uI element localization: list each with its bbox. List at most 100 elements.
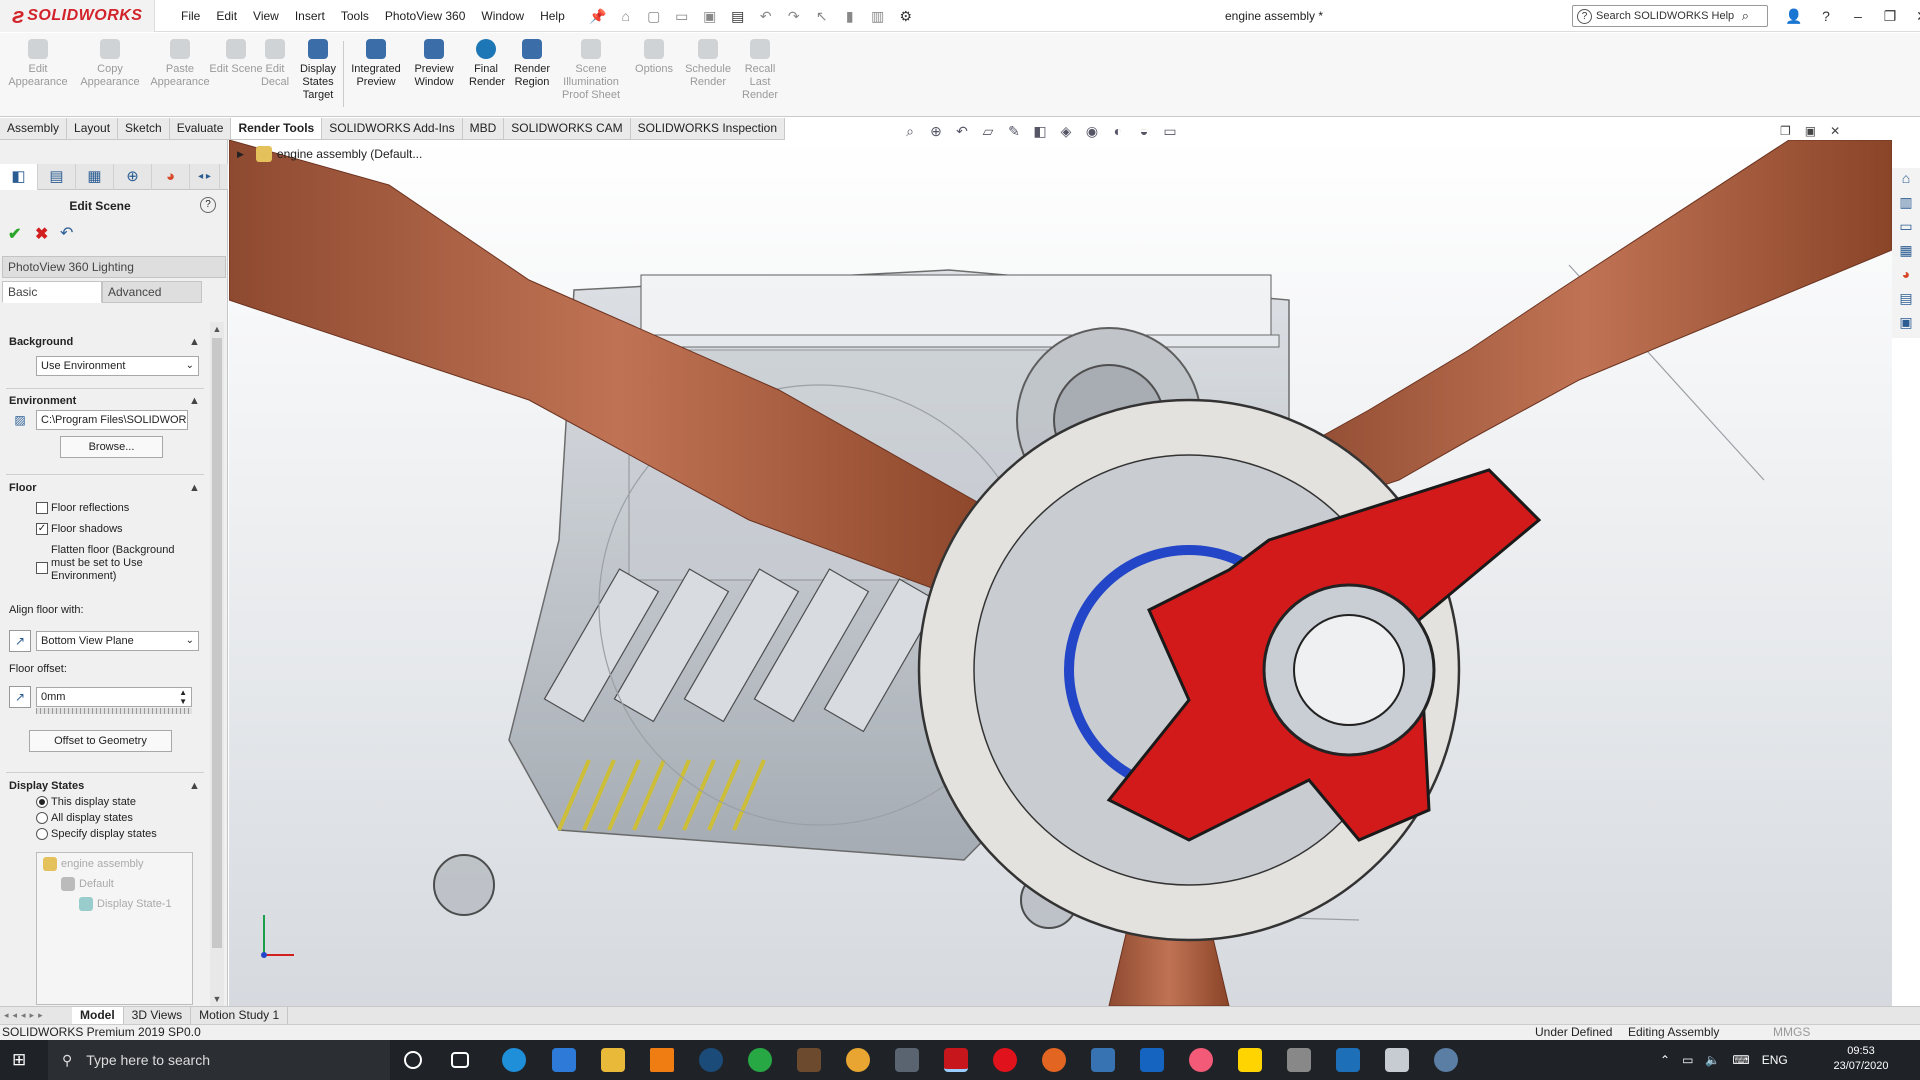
viewport-tile-icon[interactable]: ▣ [1805, 124, 1816, 138]
file-explorer-icon[interactable]: ▭ [1896, 216, 1916, 236]
checkbox-unchecked[interactable] [36, 562, 48, 574]
menu-photoview[interactable]: PhotoView 360 [377, 0, 474, 32]
pin-icon[interactable]: 📌 [587, 6, 609, 26]
sticky-notes-icon[interactable] [1238, 1048, 1262, 1072]
network-app-icon[interactable] [1385, 1048, 1409, 1072]
volume-icon[interactable]: 🔈 [1705, 1053, 1720, 1067]
background-section-header[interactable]: Background ▲ [9, 336, 209, 348]
edit-appearance-button[interactable]: Edit Appearance [8, 39, 68, 89]
feature-manager-tab-icon[interactable]: ◧ [0, 164, 38, 190]
hide-show-items-icon[interactable]: ◉ [1082, 122, 1102, 140]
viewport-close-icon[interactable]: ✕ [1830, 124, 1840, 138]
language-indicator[interactable]: ENG [1762, 1053, 1788, 1067]
photos-icon[interactable] [1336, 1048, 1360, 1072]
chrome-icon[interactable] [846, 1048, 870, 1072]
dimxpert-tab-icon[interactable]: ⊕ [114, 164, 152, 190]
checkbox-checked-icon[interactable]: ✓ [36, 523, 48, 535]
spinner-icon[interactable]: ▲ ▼ [179, 688, 187, 706]
task-view-icon[interactable] [451, 1052, 469, 1068]
floor-reflections-checkbox[interactable]: Floor reflections [36, 502, 129, 515]
undo-icon[interactable]: ↶ [755, 6, 777, 26]
appearances-icon[interactable]: ◕ [1896, 264, 1916, 284]
browse-button[interactable]: Browse... [60, 436, 163, 458]
menu-tools[interactable]: Tools [333, 0, 377, 32]
paste-appearance-button[interactable]: Paste Appearance [150, 39, 210, 89]
open-folder-icon[interactable]: ▭ [671, 6, 693, 26]
configuration-manager-tab-icon[interactable]: ▦ [76, 164, 114, 190]
collapse-chevron-icon[interactable]: ▲ [189, 336, 200, 348]
steam-icon[interactable] [699, 1048, 723, 1072]
tab-basic[interactable]: Basic [2, 281, 102, 303]
zoom-to-area-icon[interactable]: ⊕ [926, 122, 946, 140]
tray-chevron-icon[interactable]: ⌃ [1660, 1053, 1670, 1067]
tab-layout[interactable]: Layout [67, 118, 119, 139]
tab-model[interactable]: Model [72, 1007, 124, 1024]
render-region-button[interactable]: Render Region [502, 39, 562, 89]
user-icon[interactable]: 👤 [1780, 8, 1808, 25]
radio-unselected[interactable] [36, 828, 48, 840]
opera-icon[interactable] [993, 1048, 1017, 1072]
assembly-root-label[interactable]: engine assembly (Default... [277, 147, 422, 161]
view-settings-icon[interactable]: ▭ [1160, 122, 1180, 140]
xbox-icon[interactable] [748, 1048, 772, 1072]
panel-scrollbar[interactable]: ▲ ▼ [210, 322, 224, 1006]
display-states-target-button[interactable]: Display States Target [288, 39, 348, 102]
zoom-to-fit-icon[interactable]: ⌕ [900, 122, 920, 140]
menu-view[interactable]: View [245, 0, 287, 32]
network-icon[interactable]: ▭ [1682, 1053, 1693, 1067]
floor-section-header[interactable]: Floor ▲ [9, 482, 209, 494]
close-icon[interactable]: ✕ [1908, 8, 1920, 25]
scroll-thumb[interactable] [212, 338, 222, 948]
new-document-icon[interactable]: ▢ [643, 6, 665, 26]
edit-appearance-hud-icon[interactable]: ◐ [1108, 122, 1128, 140]
preview-window-button[interactable]: Preview Window [404, 39, 464, 89]
scroll-up-icon[interactable]: ▲ [210, 324, 224, 334]
align-floor-dropdown[interactable]: Bottom View Plane ⌄ [36, 631, 199, 651]
blender-icon[interactable] [1042, 1048, 1066, 1072]
copy-appearance-button[interactable]: Copy Appearance [80, 39, 140, 89]
tool-app-icon[interactable] [1434, 1048, 1458, 1072]
background-dropdown[interactable]: Use Environment ⌄ [36, 356, 199, 376]
search-icon[interactable]: ⌕ [1742, 8, 1749, 24]
itunes-icon[interactable] [1189, 1048, 1213, 1072]
save-icon[interactable]: ▣ [699, 6, 721, 26]
help-search-box[interactable]: ? Search SOLIDWORKS Help ⌕ [1572, 5, 1768, 27]
flatten-floor-checkbox[interactable]: Flatten floor (Background must be set to… [36, 544, 186, 583]
menu-file[interactable]: File [173, 0, 208, 32]
display-states-section-header[interactable]: Display States ▲ [9, 780, 209, 792]
property-manager-tab-icon[interactable]: ▤ [38, 164, 76, 190]
tab-cam[interactable]: SOLIDWORKS CAM [504, 118, 631, 139]
taskbar-clock[interactable]: 09:53 23/07/2020 [1820, 1044, 1902, 1074]
radio-unselected[interactable] [36, 812, 48, 824]
display-style-icon[interactable]: ◈ [1056, 122, 1076, 140]
help-icon[interactable]: ? [200, 197, 216, 213]
ok-checkmark-icon[interactable]: ✔ [8, 224, 21, 244]
editor-app-icon[interactable] [1140, 1048, 1164, 1072]
options-gear-icon[interactable]: ⚙ [895, 6, 917, 26]
engine-model-render[interactable] [229, 140, 1892, 1006]
tab-mbd[interactable]: MBD [463, 118, 505, 139]
cortana-icon[interactable] [404, 1051, 422, 1069]
cancel-x-icon[interactable]: ✖ [35, 224, 48, 244]
integrated-preview-button[interactable]: Integrated Preview [346, 39, 406, 89]
tab-motion-study[interactable]: Motion Study 1 [191, 1007, 289, 1024]
input-method-icon[interactable]: ⌨ [1732, 1053, 1749, 1067]
tab-addins[interactable]: SOLIDWORKS Add-Ins [322, 118, 463, 139]
recall-last-render-button[interactable]: Recall Last Render [730, 39, 790, 102]
game-app-icon[interactable] [797, 1048, 821, 1072]
menu-edit[interactable]: Edit [208, 0, 245, 32]
environment-path-field[interactable]: C:\Program Files\SOLIDWOR [36, 410, 188, 430]
vlc-icon[interactable] [650, 1048, 674, 1072]
viewport-restore-icon[interactable]: ❐ [1780, 124, 1791, 138]
unit-system[interactable]: MMGS [1773, 1025, 1810, 1040]
collapse-chevron-icon[interactable]: ▲ [189, 780, 200, 792]
radio-selected[interactable] [36, 796, 48, 808]
tab-sketch[interactable]: Sketch [118, 118, 170, 139]
view-palette-icon[interactable]: ▦ [1896, 240, 1916, 260]
expand-triangle-icon[interactable]: ▶ [237, 149, 244, 160]
checkbox-unchecked[interactable] [36, 502, 48, 514]
minimize-icon[interactable]: – [1844, 8, 1872, 24]
select-icon[interactable]: ↖ [811, 6, 833, 26]
all-display-states-radio[interactable]: All display states [36, 812, 133, 824]
tab-scroll-arrows-icon[interactable]: ◂◂◂▸▸ [0, 1010, 72, 1021]
